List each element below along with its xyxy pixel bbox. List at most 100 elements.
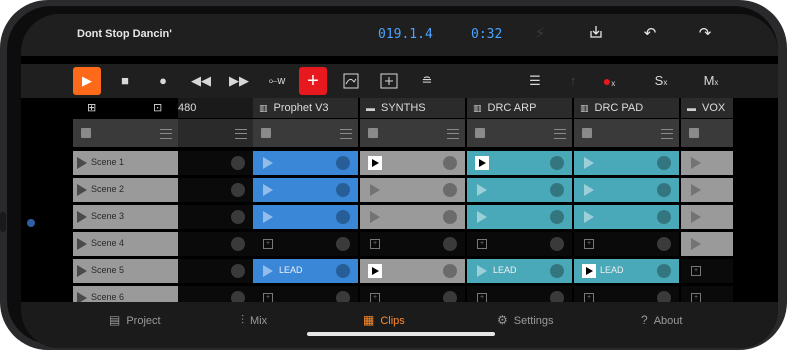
stop-button[interactable]: ■ bbox=[111, 67, 139, 95]
column-header-vox[interactable]: ▬ VOX bbox=[681, 98, 733, 118]
record-clip-icon[interactable] bbox=[336, 264, 350, 278]
record-clip-icon[interactable] bbox=[443, 237, 457, 251]
clip-slot[interactable] bbox=[681, 232, 733, 256]
record-clip-icon[interactable] bbox=[550, 237, 564, 251]
record-clip-icon[interactable] bbox=[550, 183, 564, 197]
scene-subheader[interactable] bbox=[73, 119, 178, 147]
scene-button[interactable]: Scene 5 bbox=[73, 259, 178, 283]
clip-slot[interactable] bbox=[360, 178, 465, 202]
position-display[interactable]: 019.1.4 bbox=[378, 27, 433, 42]
rewind-button[interactable]: ◀◀ bbox=[187, 67, 215, 95]
record-clip-icon[interactable] bbox=[443, 264, 457, 278]
tab-about[interactable]: ? About bbox=[641, 312, 682, 328]
stop-all-icon[interactable] bbox=[81, 128, 91, 138]
record-clip-icon[interactable] bbox=[550, 264, 564, 278]
record-clip-icon[interactable] bbox=[231, 264, 245, 278]
clear-solo-icon[interactable]: Sx bbox=[647, 67, 675, 95]
clip-slot[interactable]: LEAD bbox=[253, 259, 358, 283]
record-clip-icon[interactable] bbox=[657, 156, 671, 170]
track-subheader[interactable] bbox=[574, 119, 679, 147]
clip-slot[interactable]: + bbox=[574, 232, 679, 256]
add-track-button[interactable]: + bbox=[299, 67, 327, 95]
stack-icon[interactable]: ≘ bbox=[413, 67, 441, 95]
clip-slot[interactable] bbox=[360, 205, 465, 229]
record-clip-icon[interactable] bbox=[657, 237, 671, 251]
record-button[interactable]: ● bbox=[149, 67, 177, 95]
add-clip-icon[interactable]: + bbox=[691, 266, 701, 276]
clip-slot[interactable]: + bbox=[681, 259, 733, 283]
home-indicator[interactable] bbox=[307, 332, 495, 336]
menu-icon[interactable] bbox=[554, 129, 566, 139]
clip-slot[interactable]: + bbox=[253, 232, 358, 256]
time-display[interactable]: 0:32 bbox=[471, 27, 502, 42]
download-icon[interactable] bbox=[587, 25, 605, 43]
clip-slot[interactable] bbox=[360, 151, 465, 175]
record-clip-icon[interactable] bbox=[443, 210, 457, 224]
clear-record-icon[interactable]: ●x bbox=[595, 67, 623, 95]
clip-slot[interactable] bbox=[253, 151, 358, 175]
clip-slot[interactable] bbox=[681, 151, 733, 175]
column-header-prophet-v3[interactable]: ▥ Prophet V3 bbox=[253, 98, 358, 118]
arrow-up-icon[interactable]: ↑ bbox=[559, 67, 587, 95]
menu-icon[interactable] bbox=[340, 129, 352, 139]
add-clip-icon[interactable]: ⊞ bbox=[87, 98, 96, 118]
menu-icon[interactable] bbox=[235, 129, 247, 139]
menu-icon[interactable] bbox=[160, 129, 172, 139]
record-clip-icon[interactable] bbox=[336, 156, 350, 170]
scene-button[interactable]: Scene 2 bbox=[73, 178, 178, 202]
column-header-drc-arp[interactable]: ▥ DRC ARP bbox=[467, 98, 572, 118]
tab-mix[interactable]: ⫶ Mix bbox=[241, 312, 267, 328]
play-button[interactable]: ▶ bbox=[73, 67, 101, 95]
clip-slot[interactable] bbox=[681, 205, 733, 229]
automation-curve-icon[interactable] bbox=[337, 67, 365, 95]
scene-button[interactable]: Scene 3 bbox=[73, 205, 178, 229]
record-clip-icon[interactable] bbox=[336, 210, 350, 224]
record-clip-icon[interactable] bbox=[657, 183, 671, 197]
record-clip-icon[interactable] bbox=[657, 264, 671, 278]
menu-icon[interactable] bbox=[447, 129, 459, 139]
track-subheader[interactable] bbox=[178, 119, 253, 147]
clip-slot[interactable] bbox=[253, 178, 358, 202]
record-clip-icon[interactable] bbox=[231, 156, 245, 170]
column-header-synths[interactable]: ▬ SYNTHS bbox=[360, 98, 465, 118]
stop-track-icon[interactable] bbox=[261, 128, 271, 138]
clip-slot[interactable] bbox=[178, 232, 253, 256]
undo-icon[interactable]: ↶ bbox=[641, 25, 659, 43]
clear-mute-icon[interactable]: Mx bbox=[697, 67, 725, 95]
record-clip-icon[interactable] bbox=[231, 210, 245, 224]
record-clip-icon[interactable] bbox=[657, 210, 671, 224]
record-clip-icon[interactable] bbox=[550, 210, 564, 224]
redo-icon[interactable]: ↷ bbox=[696, 25, 714, 43]
clip-slot[interactable] bbox=[360, 259, 465, 283]
record-clip-icon[interactable] bbox=[231, 237, 245, 251]
stop-track-icon[interactable] bbox=[368, 128, 378, 138]
record-clip-icon[interactable] bbox=[336, 237, 350, 251]
tab-settings[interactable]: ⚙ Settings bbox=[497, 312, 554, 328]
track-subheader[interactable] bbox=[253, 119, 358, 147]
add-scene-icon[interactable]: ⊡ bbox=[153, 98, 162, 118]
clip-slot[interactable] bbox=[178, 151, 253, 175]
track-subheader[interactable] bbox=[360, 119, 465, 147]
tab-clips[interactable]: ▦ Clips bbox=[363, 312, 405, 328]
clip-slot[interactable] bbox=[467, 151, 572, 175]
clip-slot[interactable]: + bbox=[467, 232, 572, 256]
clip-slot[interactable] bbox=[681, 178, 733, 202]
clip-slot[interactable] bbox=[178, 205, 253, 229]
clip-slot[interactable]: LEAD bbox=[467, 259, 572, 283]
clip-slot[interactable] bbox=[178, 178, 253, 202]
record-clip-icon[interactable] bbox=[550, 156, 564, 170]
clip-slot[interactable] bbox=[467, 205, 572, 229]
grid-add-icon[interactable] bbox=[375, 67, 403, 95]
add-clip-icon[interactable]: + bbox=[477, 239, 487, 249]
clip-slot[interactable]: LEAD bbox=[574, 259, 679, 283]
record-clip-icon[interactable] bbox=[231, 183, 245, 197]
track-subheader[interactable] bbox=[681, 119, 733, 147]
add-clip-icon[interactable]: + bbox=[370, 239, 380, 249]
add-clip-icon[interactable]: + bbox=[263, 239, 273, 249]
scene-button[interactable]: Scene 4 bbox=[73, 232, 178, 256]
song-title[interactable]: Dont Stop Dancin' bbox=[77, 28, 172, 40]
column-header-drc-pad[interactable]: ▥ DRC PAD bbox=[574, 98, 679, 118]
add-clip-icon[interactable]: + bbox=[584, 239, 594, 249]
clip-slot[interactable] bbox=[253, 205, 358, 229]
scene-button[interactable]: Scene 1 bbox=[73, 151, 178, 175]
